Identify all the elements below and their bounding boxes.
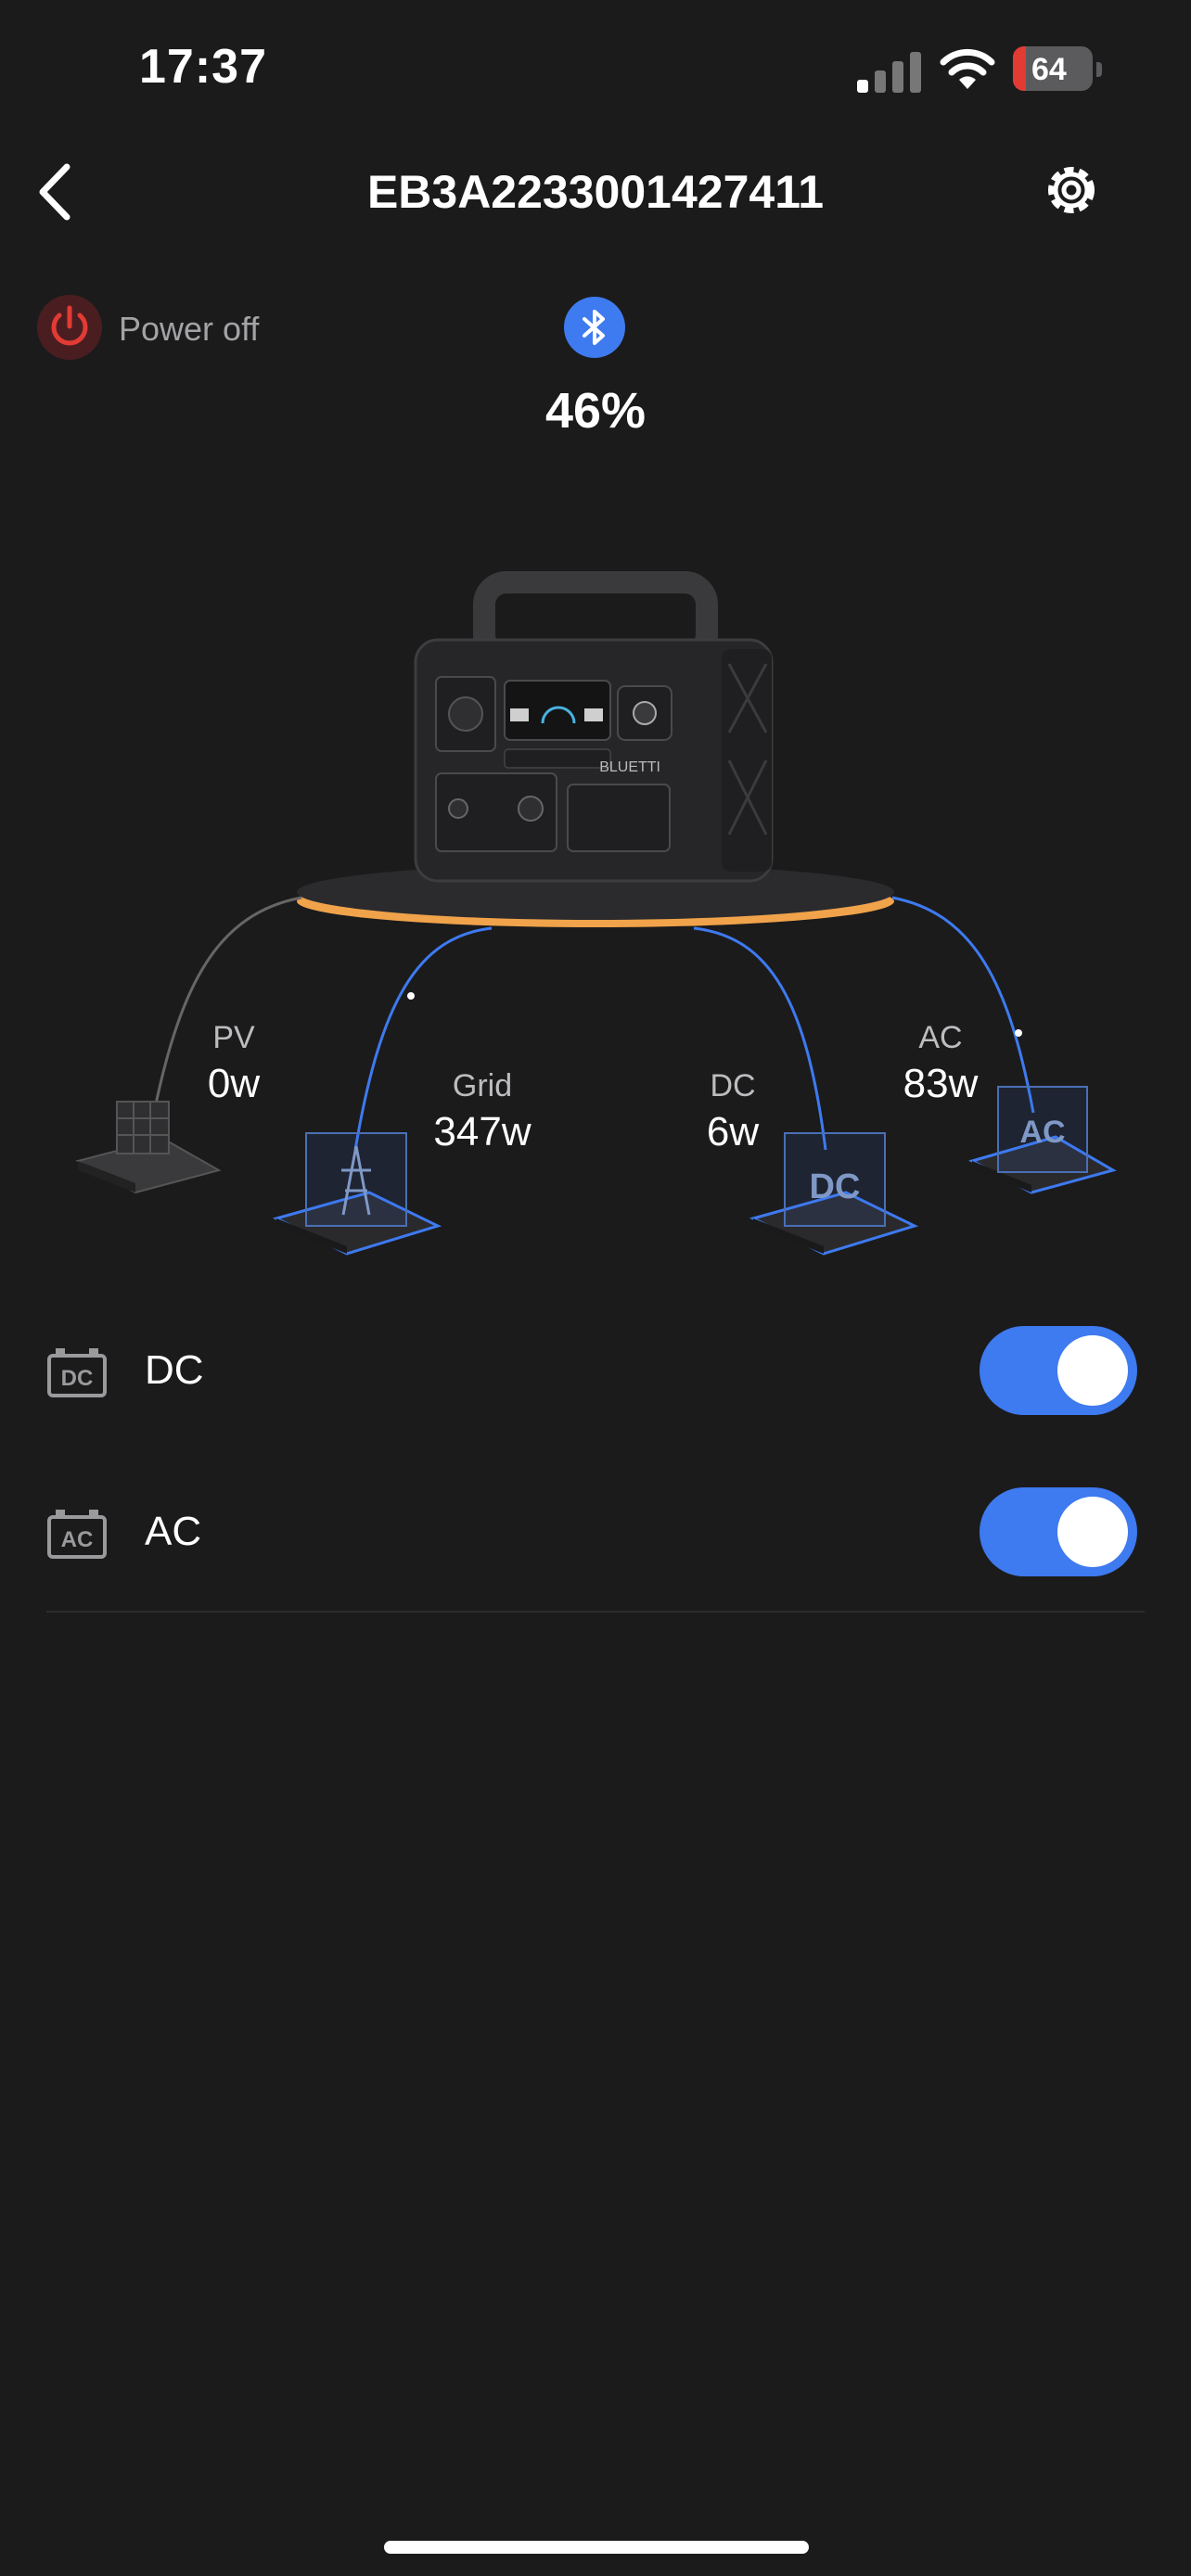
svg-text:DC: DC	[61, 1366, 94, 1391]
power-station-image: BLUETTI	[414, 571, 774, 883]
dc-output-label: DC	[145, 1347, 204, 1393]
ac-output-label: AC	[145, 1509, 202, 1554]
dc-value: 6w	[706, 1109, 760, 1154]
grid-flow-dot	[407, 992, 415, 1000]
svg-text:AC: AC	[61, 1527, 94, 1552]
device-battery-percent: 46%	[544, 383, 647, 439]
pv-value: 0w	[207, 1061, 261, 1106]
home-indicator[interactable]	[384, 2541, 809, 2554]
power-button[interactable]	[37, 295, 102, 360]
ac-value: 83w	[903, 1061, 979, 1106]
pv-label: PV	[212, 1020, 255, 1055]
dc-label: DC	[710, 1068, 756, 1103]
cellular-signal-icon	[857, 52, 921, 93]
grid-label: Grid	[452, 1068, 513, 1103]
battery-level-text: 64	[1031, 52, 1067, 87]
ac-outlet-icon: AC	[47, 1510, 107, 1559]
bluetooth-icon	[583, 310, 605, 345]
settings-gear-icon[interactable]	[1041, 159, 1102, 221]
ac-output-toggle[interactable]	[980, 1487, 1137, 1576]
device-title: EB3A2233001427411	[366, 166, 825, 218]
bluetooth-status	[564, 297, 625, 358]
status-time: 17:37	[139, 40, 267, 94]
power-status-label: Power off	[119, 310, 260, 348]
ac-flow-dot	[1015, 1029, 1022, 1037]
section-divider	[46, 1611, 1145, 1613]
dc-base-text: DC	[810, 1167, 861, 1206]
dc-output-toggle[interactable]	[980, 1326, 1137, 1415]
grid-value: 347w	[433, 1109, 531, 1154]
brand-label: BLUETTI	[599, 759, 660, 775]
wifi-icon	[940, 48, 995, 89]
power-icon	[51, 305, 88, 346]
ac-label: AC	[918, 1020, 963, 1055]
ac-base-text: AC	[1019, 1115, 1065, 1150]
dc-outlet-icon: DC	[47, 1348, 107, 1397]
battery-indicator: 64	[1013, 46, 1104, 93]
pv-base-icon	[75, 1101, 222, 1194]
power-flow-diagram: BLUETTI DC AC	[75, 571, 1117, 1256]
